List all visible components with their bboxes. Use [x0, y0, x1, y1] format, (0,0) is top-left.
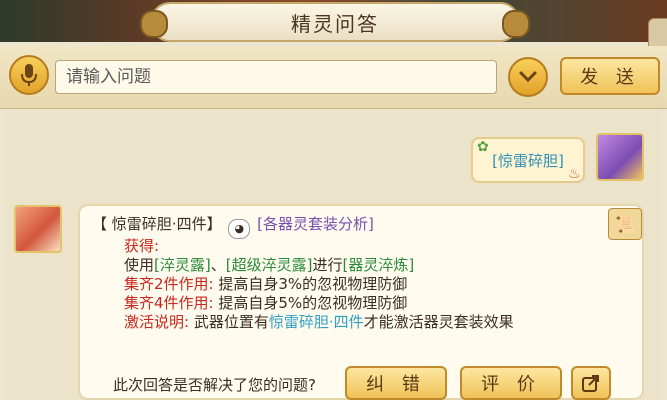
user-message-text[interactable]: [惊雷碎胆]	[492, 150, 564, 171]
obtain-line: 使用[淬灵露]、[超级淬灵露]进行[器灵淬炼]	[124, 255, 414, 275]
share-icon	[582, 375, 599, 392]
set4-line: 集齐4件作用: 提高自身5%的忽视物理防御	[124, 293, 407, 313]
obtain-mid: 进行	[312, 256, 343, 274]
share-button[interactable]	[571, 366, 611, 400]
activate-item-1[interactable]: 惊雷碎胆·	[269, 313, 334, 331]
mic-icon	[21, 64, 37, 86]
header-title: 惊雷碎胆·四件】	[111, 215, 222, 233]
title-bar: 精灵问答	[140, 2, 530, 42]
feedback-question: 此次回答是否解决了您的问题?	[113, 376, 316, 394]
set2-label: 集齐2件作用:	[124, 275, 214, 293]
title-ornament-right	[502, 10, 530, 38]
input-row: 发 送	[0, 46, 667, 109]
title-ornament-left	[140, 10, 168, 38]
set4-effect: 提高自身5%的忽视物理防御	[218, 294, 408, 312]
activate-suffix: 才能激活器灵套装效果	[363, 313, 514, 331]
voice-button[interactable]	[9, 55, 49, 95]
activate-label: 激活说明:	[124, 313, 190, 331]
flower-icon: ✿	[477, 139, 489, 155]
set4-label: 集齐4件作用:	[124, 294, 214, 312]
question-input[interactable]	[55, 60, 497, 94]
chevron-down-icon	[519, 71, 537, 83]
set2-line: 集齐2件作用: 提高自身3%的忽视物理防御	[124, 274, 407, 294]
pet-icon: ◕	[228, 219, 251, 239]
set-analysis-link[interactable]: [各器灵套装分析]	[257, 215, 374, 233]
header-bracket: 【	[92, 215, 108, 233]
activate-prefix: 武器位置有	[193, 313, 269, 331]
send-button[interactable]: 发 送	[560, 57, 660, 95]
window-title: 精灵问答	[291, 11, 379, 36]
correct-button[interactable]: 纠 错	[345, 366, 447, 400]
flame-icon: ♨	[568, 166, 581, 182]
obtain-sep: 、	[210, 256, 226, 274]
item-link-3[interactable]: [器灵淬炼]	[342, 256, 414, 274]
user-avatar	[596, 133, 644, 181]
assistant-avatar	[14, 205, 62, 253]
activate-item-2[interactable]: 四件	[334, 313, 364, 331]
item-link-1[interactable]: [淬灵露]	[154, 256, 211, 274]
set2-effect: 提高自身3%的忽视物理防御	[218, 275, 408, 293]
activate-line: 激活说明: 武器位置有惊雷碎胆·四件才能激活器灵套装效果	[124, 312, 514, 332]
obtain-label: 获得:	[124, 237, 160, 255]
scroll-icon[interactable]: 📜	[608, 208, 642, 240]
rate-button[interactable]: 评 价	[460, 366, 562, 400]
obtain-prefix: 使用	[124, 256, 155, 274]
item-link-2[interactable]: [超级淬灵露]	[226, 256, 313, 274]
history-dropdown-button[interactable]	[508, 57, 548, 97]
